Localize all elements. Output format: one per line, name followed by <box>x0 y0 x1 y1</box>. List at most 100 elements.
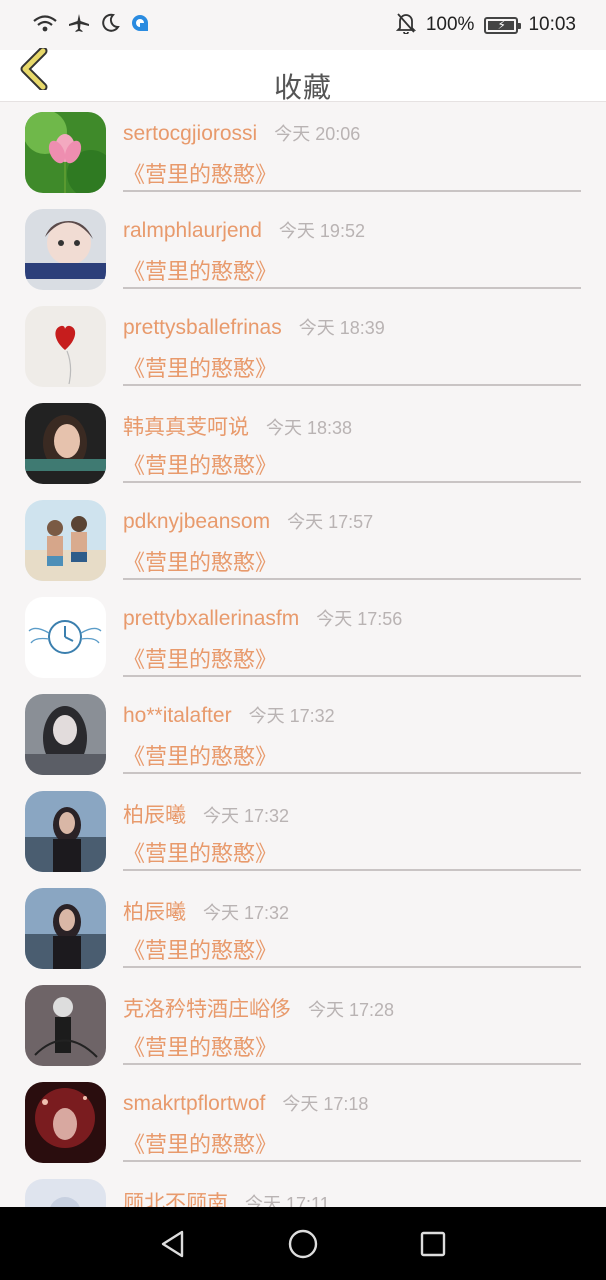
avatar[interactable] <box>25 597 106 678</box>
item-time: 今天 17:56 <box>316 609 403 629</box>
work-title[interactable]: 《营里的憨憨》 <box>123 448 277 480</box>
nav-recents-button[interactable] <box>403 1214 463 1274</box>
avatar[interactable] <box>25 306 106 387</box>
circle-home-icon <box>288 1229 318 1258</box>
work-title[interactable]: 《营里的憨憨》 <box>123 1030 277 1062</box>
item-head: smakrtpflortwof 今天 17:18 <box>123 1090 368 1116</box>
clock-time: 10:03 <box>528 14 576 35</box>
item-body: 韩真真芰呵说 今天 18:38 《营里的憨憨》 <box>123 394 581 483</box>
favorites-list[interactable]: sertocgjiorossi 今天 20:06 《营里的憨憨》 ralmphl… <box>0 103 606 1207</box>
item-time: 今天 17:32 <box>203 806 290 826</box>
avatar[interactable] <box>25 985 106 1066</box>
status-left <box>32 13 150 38</box>
favorite-item[interactable]: prettybxallerinasfm 今天 17:56 《营里的憨憨》 <box>0 588 606 685</box>
airplane-icon <box>68 13 90 38</box>
favorite-item[interactable]: 柏辰曦 今天 17:32 《营里的憨憨》 <box>0 879 606 976</box>
favorite-item[interactable]: 韩真真芰呵说 今天 18:38 《营里的憨憨》 <box>0 394 606 491</box>
user-name[interactable]: 克洛矜特酒庄峪侈 <box>123 993 291 1023</box>
avatar[interactable] <box>25 1082 106 1163</box>
item-time: 今天 20:06 <box>274 124 361 144</box>
app-notification-icon <box>130 13 150 38</box>
item-head: 克洛矜特酒庄峪侈 今天 17:28 <box>123 993 394 1023</box>
favorite-item[interactable]: 柏辰曦 今天 17:32 《营里的憨憨》 <box>0 782 606 879</box>
avatar[interactable] <box>25 888 106 969</box>
user-name[interactable]: pdknyjbeansom <box>123 510 270 534</box>
avatar[interactable] <box>25 1179 106 1207</box>
status-bar: 100% ⚡ 10:03 <box>0 0 606 50</box>
favorite-item[interactable]: smakrtpflortwof 今天 17:18 《营里的憨憨》 <box>0 1073 606 1170</box>
item-head: prettybxallerinasfm 今天 17:56 <box>123 605 402 631</box>
item-body: 柏辰曦 今天 17:32 《营里的憨憨》 <box>123 879 581 968</box>
item-time: 今天 17:57 <box>287 512 374 532</box>
item-body: prettysballefrinas 今天 18:39 《营里的憨憨》 <box>123 297 581 386</box>
item-time: 今天 19:52 <box>278 221 365 241</box>
work-title[interactable]: 《营里的憨憨》 <box>123 836 277 868</box>
item-head: ho**italafter 今天 17:32 <box>123 702 335 728</box>
moon-icon <box>100 13 120 38</box>
user-name[interactable]: ho**italafter <box>123 704 232 728</box>
item-body: smakrtpflortwof 今天 17:18 《营里的憨憨》 <box>123 1073 581 1162</box>
square-recents-icon <box>420 1231 446 1256</box>
work-title[interactable]: 《营里的憨憨》 <box>123 545 277 577</box>
avatar[interactable] <box>25 112 106 193</box>
item-body: sertocgjiorossi 今天 20:06 《营里的憨憨》 <box>123 103 581 192</box>
item-head: prettysballefrinas 今天 18:39 <box>123 314 385 340</box>
work-title[interactable]: 《营里的憨憨》 <box>123 254 277 286</box>
work-title[interactable]: 《营里的憨憨》 <box>123 1127 277 1159</box>
work-title[interactable]: 《营里的憨憨》 <box>123 739 277 771</box>
item-time: 今天 18:38 <box>266 418 353 438</box>
favorites-screen: 100% ⚡ 10:03 收藏 sertocgjiorossi 今天 20:06 <box>0 0 606 1280</box>
item-head: 柏辰曦 今天 17:32 <box>123 799 289 829</box>
item-body: 柏辰曦 今天 17:32 《营里的憨憨》 <box>123 782 581 871</box>
user-name[interactable]: 柏辰曦 <box>123 799 186 829</box>
user-name[interactable]: sertocgjiorossi <box>123 122 257 146</box>
item-head: pdknyjbeansom 今天 17:57 <box>123 508 373 534</box>
nav-home-button[interactable] <box>273 1214 333 1274</box>
item-head: 韩真真芰呵说 今天 18:38 <box>123 411 352 441</box>
avatar[interactable] <box>25 791 106 872</box>
system-nav-bar <box>0 1207 606 1280</box>
page-title: 收藏 <box>273 72 332 103</box>
work-title[interactable]: 《营里的憨憨》 <box>123 157 277 189</box>
wifi-icon <box>32 13 58 38</box>
user-name[interactable]: prettybxallerinasfm <box>123 607 299 631</box>
bell-off-icon <box>395 12 417 39</box>
user-name[interactable]: prettysballefrinas <box>123 316 282 340</box>
avatar[interactable] <box>25 209 106 290</box>
nav-back-button[interactable] <box>143 1214 203 1274</box>
user-name[interactable]: 韩真真芰呵说 <box>123 411 249 441</box>
avatar[interactable] <box>25 694 106 775</box>
battery-percent: 100% <box>425 14 475 35</box>
battery-icon: ⚡ <box>484 16 522 34</box>
user-name[interactable]: ralmphlaurjend <box>123 219 262 243</box>
title-bar: 收藏 <box>0 48 606 103</box>
favorite-item[interactable]: ho**italafter 今天 17:32 《营里的憨憨》 <box>0 685 606 782</box>
user-name[interactable]: 柏辰曦 <box>123 896 186 926</box>
user-name[interactable]: smakrtpflortwof <box>123 1092 265 1116</box>
item-time: 今天 17:28 <box>308 1000 395 1020</box>
item-body: 顾北不顾南 今天 17:11 《营里的憨憨》 <box>123 1170 581 1207</box>
item-head: sertocgjiorossi 今天 20:06 <box>123 120 360 146</box>
avatar[interactable] <box>25 500 106 581</box>
item-body: ralmphlaurjend 今天 19:52 《营里的憨憨》 <box>123 200 581 289</box>
favorite-item[interactable]: 克洛矜特酒庄峪侈 今天 17:28 《营里的憨憨》 <box>0 976 606 1073</box>
item-head: ralmphlaurjend 今天 19:52 <box>123 217 365 243</box>
favorite-item[interactable]: ralmphlaurjend 今天 19:52 《营里的憨憨》 <box>0 200 606 297</box>
triangle-back-icon <box>161 1230 184 1257</box>
favorite-item[interactable]: prettysballefrinas 今天 18:39 《营里的憨憨》 <box>0 297 606 394</box>
favorite-item[interactable]: sertocgjiorossi 今天 20:06 《营里的憨憨》 <box>0 103 606 200</box>
item-time: 今天 17:32 <box>203 903 290 923</box>
work-title[interactable]: 《营里的憨憨》 <box>123 351 277 383</box>
work-title[interactable]: 《营里的憨憨》 <box>123 642 277 674</box>
item-time: 今天 17:11 <box>245 1194 330 1207</box>
favorite-item[interactable]: pdknyjbeansom 今天 17:57 《营里的憨憨》 <box>0 491 606 588</box>
status-right: 100% ⚡ 10:03 <box>395 12 576 39</box>
item-body: pdknyjbeansom 今天 17:57 《营里的憨憨》 <box>123 491 581 580</box>
item-body: 克洛矜特酒庄峪侈 今天 17:28 《营里的憨憨》 <box>123 976 581 1065</box>
item-head: 柏辰曦 今天 17:32 <box>123 896 289 926</box>
favorite-item[interactable]: 顾北不顾南 今天 17:11 《营里的憨憨》 <box>0 1170 606 1207</box>
user-name[interactable]: 顾北不顾南 <box>123 1187 228 1207</box>
avatar[interactable] <box>25 403 106 484</box>
work-title[interactable]: 《营里的憨憨》 <box>123 933 277 965</box>
item-head: 顾北不顾南 今天 17:11 <box>123 1187 330 1207</box>
